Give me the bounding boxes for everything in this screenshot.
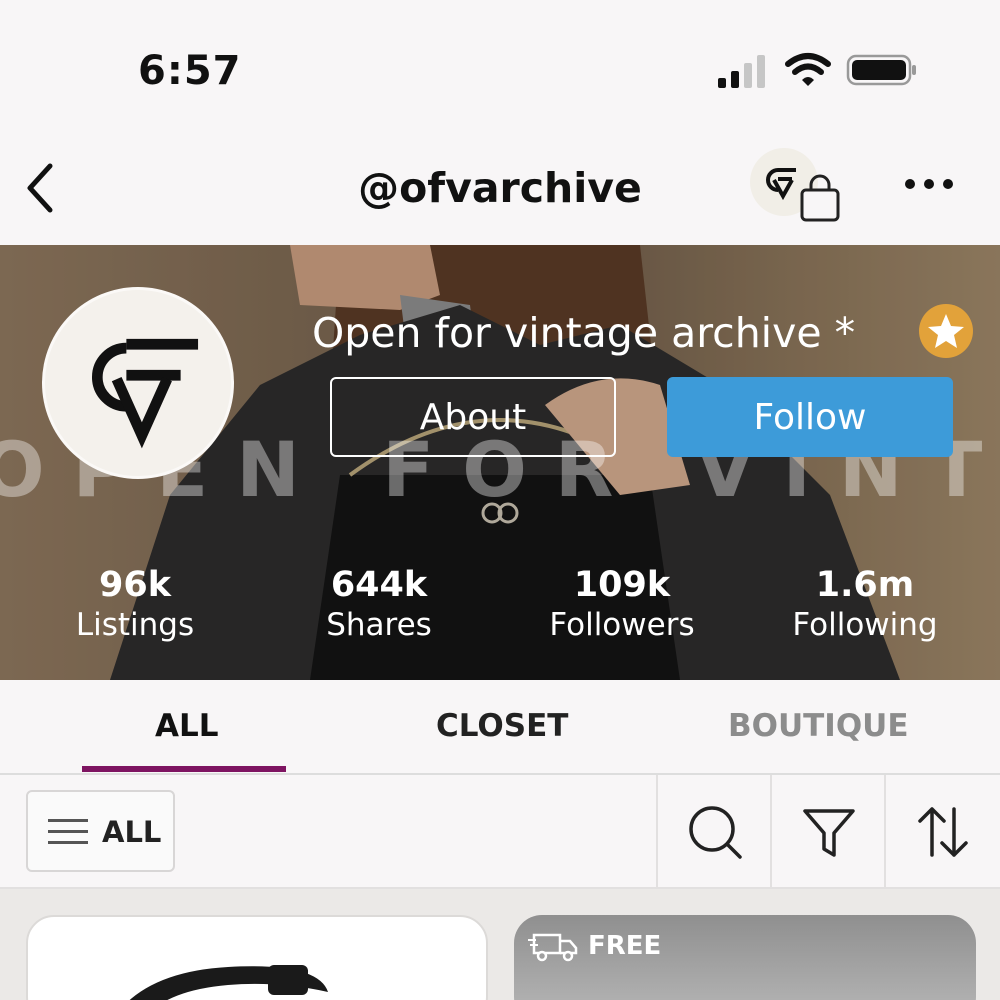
stat-followers[interactable]: 109k Followers [522,565,722,643]
tab-boutique[interactable]: BOUTIQUE [728,708,909,744]
filter-button[interactable] [770,775,884,887]
search-button[interactable] [656,775,770,887]
category-filter-button[interactable]: ALL [26,790,175,872]
shopping-bag-icon[interactable] [796,174,844,224]
stat-label: Shares [326,607,432,643]
active-tab-indicator [82,766,286,772]
wifi-icon [785,53,831,86]
status-bar: 6:57 [0,0,1000,130]
truck-icon [528,933,578,962]
filter-row: ALL [0,775,1000,889]
stat-label: Listings [75,607,195,643]
free-shipping-label: FREE [588,931,662,961]
more-horizontal-icon[interactable] [900,174,960,194]
stat-value: 109k [573,565,671,605]
sort-button[interactable] [884,775,998,887]
menu-icon [48,819,88,844]
status-time: 6:57 [138,48,242,94]
product-card[interactable]: FREE [514,915,976,1000]
tab-all[interactable]: ALL [155,708,219,744]
stat-value: 96k [99,565,171,605]
stat-listings[interactable]: 96k Listings [35,565,235,643]
avatar[interactable] [42,287,234,479]
search-icon [689,806,742,859]
tab-closet[interactable]: CLOSET [436,708,568,744]
stat-value: 644k [330,565,428,605]
sort-icon [918,807,968,857]
stat-value: 1.6m [815,565,915,605]
product-grid: FREE [0,889,1000,1000]
profile-banner: OPEN FOR VINTAGE Open for vintage archiv… [0,245,1000,680]
ofv-logo [92,338,199,449]
nav-bar: @ofvarchive [0,130,1000,245]
product-card[interactable] [26,915,488,1000]
about-button[interactable]: About [330,377,616,457]
profile-name: Open for vintage archive * [312,309,856,357]
stat-shares[interactable]: 644k Shares [279,565,479,643]
stat-following[interactable]: 1.6m Following [765,565,965,643]
star-badge-icon [919,304,973,358]
free-shipping-badge: FREE [528,929,661,963]
tab-bar: ALL CLOSET BOUTIQUE [0,680,1000,775]
category-filter-label: ALL [102,815,162,849]
stat-label: Followers [549,607,695,643]
follow-button[interactable]: Follow [667,377,953,457]
page-title: @ofvarchive [358,164,642,212]
product-image [129,965,328,1000]
stat-label: Following [792,607,938,643]
battery-icon [846,54,916,86]
cellular-signal-icon [718,55,765,88]
filter-icon [803,809,855,857]
